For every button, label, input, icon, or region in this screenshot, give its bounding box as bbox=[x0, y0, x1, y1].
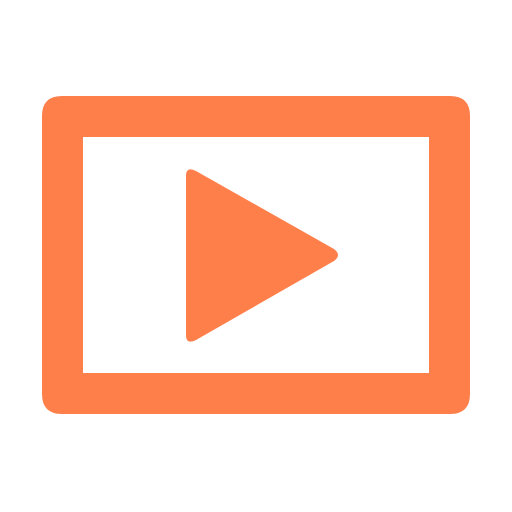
video-play-icon bbox=[42, 96, 470, 414]
play-triangle bbox=[186, 169, 338, 342]
icon-canvas bbox=[0, 0, 512, 512]
